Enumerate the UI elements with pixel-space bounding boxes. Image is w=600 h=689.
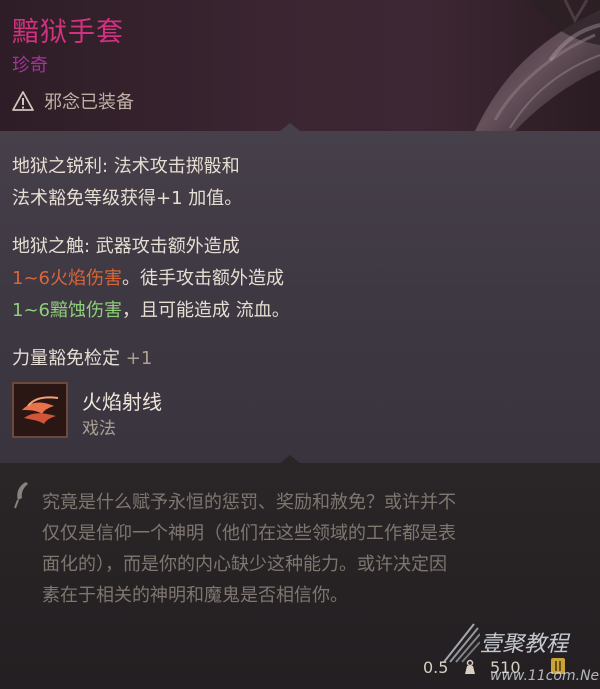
flavor-text-line: 究竟是什么赋予永恒的惩罚、奖励和赦免？或许并不 [42,492,456,513]
feature-hellish-touch-line1: 地狱之触: 武器攻击额外造成 [12,236,240,257]
spell-type: 戏法 [82,419,116,439]
item-weight: 0.5 [423,658,449,677]
warning-triangle-icon [12,91,34,111]
feature-text: ，且可能造成 流血。 [122,300,290,321]
feature-hellish-edge-line1: 地狱之锐利: 法术攻击掷骰和 [12,156,240,177]
item-tooltip: 黯狱手套 珍奇 邪念已装备 地狱之锐利: 法术攻击掷骰和 法术豁免等级获得+1 … [0,0,600,689]
necrotic-damage-text[interactable]: 1~6黯蚀伤害 [12,300,122,321]
strength-save-row: 力量豁免检定 +1 [12,344,152,370]
feature-text: 。徒手攻击额外造成 [122,268,284,289]
feature-hellish-edge-line2: 法术豁免等级获得+1 加值。 [12,188,243,209]
quill-icon [14,482,28,509]
spell-name: 火焰射线 [82,390,162,414]
watermark-url: www.11com.Net [490,668,600,684]
equip-status-row: 邪念已装备 [12,88,134,114]
feature-hellish-touch-line3: 1~6黯蚀伤害，且可能造成 流血。 [12,296,290,322]
item-title: 黯狱手套 [12,17,124,48]
fire-damage-text[interactable]: 1~6火焰伤害 [12,268,122,289]
tooltip-header: 黯狱手套 珍奇 邪念已装备 [0,0,600,131]
equip-status-text: 邪念已装备 [44,92,134,113]
watermark-text: 壹聚教程 [480,632,569,657]
weight-icon [465,659,475,674]
flavor-text-line: 素在于相关的神明和魔鬼是否相信你。 [42,585,348,606]
item-rarity: 珍奇 [12,55,48,76]
divider-notch [280,123,300,131]
save-label: 力量豁免检定 [12,348,120,369]
fire-ray-icon[interactable] [12,382,68,438]
flavor-text-line: 仅仅是信仰一个神明（他们在这些领域的工作都是表 [42,523,456,544]
feature-hellish-touch-line2: 1~6火焰伤害。徒手攻击额外造成 [12,264,284,290]
divider-notch [280,455,300,463]
flavor-text-line: 面化的），而是你的内心缺少这种能力。或许决定因 [42,554,447,575]
gauntlet-art-icon [475,0,600,131]
save-bonus: +1 [125,348,153,369]
